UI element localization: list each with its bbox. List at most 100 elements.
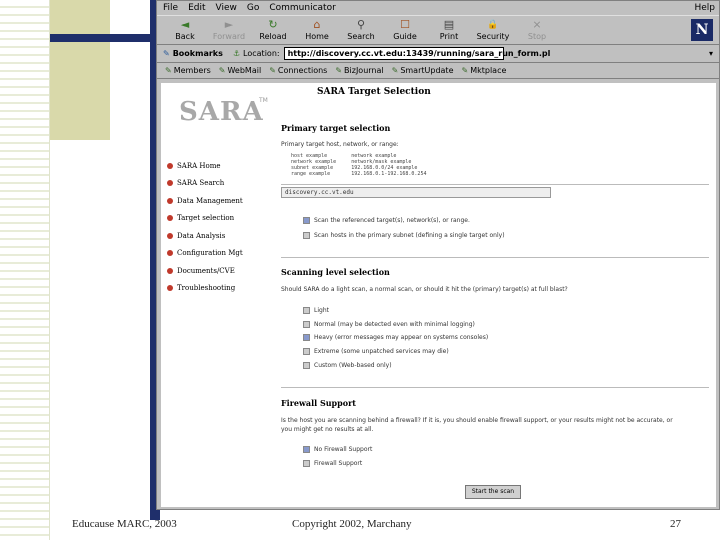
scan-level-custom[interactable]: Custom (Web-based only) [303, 362, 392, 369]
slide-stripe-decoration [0, 0, 50, 540]
bullet-icon [167, 197, 173, 204]
personal-webmail[interactable]: WebMail [227, 66, 261, 75]
search-button[interactable]: ⚲ Search [341, 16, 381, 41]
back-button[interactable]: ◄ Back [165, 16, 205, 41]
bookmark-pen-icon: ✎ [165, 66, 172, 75]
stop-button[interactable]: ⨯ Stop [517, 16, 557, 41]
slide-accent-block [50, 0, 110, 140]
divider [281, 257, 709, 258]
bullet-icon [167, 285, 173, 292]
bullet-icon [167, 250, 173, 257]
sidebar-item-home[interactable]: SARA Home [167, 157, 277, 175]
footer-center: Copyright 2002, Marchany [292, 518, 412, 530]
scan-level-extreme[interactable]: Extreme (some unpatched services may die… [303, 348, 449, 355]
search-icon: ⚲ [356, 18, 366, 31]
firewall-option[interactable]: Firewall Support [303, 460, 362, 467]
location-bar: ✎ Bookmarks ⚓ Location: http://discovery… [157, 45, 719, 63]
menu-file[interactable]: File [163, 3, 178, 13]
radio-checked[interactable] [303, 217, 310, 224]
footer-left: Educause MARC, 2003 [72, 518, 177, 530]
firewall-hint-line2: you might get no results at all. [281, 426, 374, 433]
personal-connections[interactable]: Connections [278, 66, 327, 75]
scanning-heading: Scanning level selection [281, 267, 390, 277]
menu-bar: File Edit View Go Communicator Help [157, 1, 719, 15]
bookmark-pen-icon: ✎ [391, 66, 399, 75]
radio-unchecked[interactable] [303, 460, 310, 467]
scan-level-normal[interactable]: Normal (may be detected even with minima… [303, 321, 475, 328]
bookmark-pen-icon: ✎ [218, 66, 226, 75]
personal-members[interactable]: Members [174, 66, 211, 75]
whats-related-icon: ▾ [708, 49, 713, 58]
primary-heading: Primary target selection [281, 123, 391, 133]
radio-unchecked[interactable] [303, 307, 310, 314]
print-button[interactable]: ▤ Print [429, 16, 469, 41]
sidebar-item-search[interactable]: SARA Search [167, 175, 277, 193]
sidebar-item-documents[interactable]: Documents/CVE [167, 262, 277, 280]
slide-accent-bar [50, 34, 160, 42]
guide-button[interactable]: ☐ Guide [385, 16, 425, 41]
trademark-mark: TM [259, 97, 268, 104]
netscape-logo[interactable]: N [691, 19, 713, 41]
sidebar-nav: SARA Home SARA Search Data Management Ta… [167, 157, 277, 297]
sidebar-item-data-analysis[interactable]: Data Analysis [167, 227, 277, 245]
bullet-icon [167, 232, 173, 239]
page-title: SARA Target Selection [317, 87, 431, 97]
primary-hint: Primary target host, network, or range: [281, 141, 399, 148]
personal-smartupdate[interactable]: SmartUpdate [400, 66, 453, 75]
footer-page-number: 27 [670, 518, 681, 530]
home-button[interactable]: ⌂ Home [297, 16, 337, 41]
scan-subnet-option[interactable]: Scan hosts in the primary subnet (defini… [303, 232, 505, 239]
sidebar-item-troubleshooting[interactable]: Troubleshooting [167, 280, 277, 298]
navigation-toolbar: ◄ Back ► Forward ↻ Reload ⌂ Home ⚲ Search ☐ Gu… [157, 15, 719, 45]
location-input[interactable]: http://discovery.cc.vt.edu:13439/running… [283, 47, 550, 60]
print-icon: ▤ [443, 18, 455, 31]
menu-help[interactable]: Help [694, 3, 715, 13]
radio-unchecked[interactable] [303, 321, 310, 328]
bookmark-pen-icon: ✎ [461, 66, 469, 75]
scan-level-light[interactable]: Light [303, 307, 329, 314]
no-firewall-option[interactable]: No Firewall Support [303, 446, 372, 453]
bookmarks-button[interactable]: Bookmarks [173, 49, 223, 58]
radio-unchecked[interactable] [303, 348, 310, 355]
radio-checked[interactable] [303, 334, 310, 341]
menu-edit[interactable]: Edit [188, 3, 205, 13]
home-icon: ⌂ [313, 18, 321, 31]
scan-referenced-option[interactable]: Scan the referenced target(s), network(s… [303, 217, 470, 224]
personal-toolbar: ✎ Members ✎ WebMail ✎ Connections ✎ BizJourn… [157, 63, 719, 79]
radio-checked[interactable] [303, 446, 310, 453]
menu-view[interactable]: View [216, 3, 237, 13]
browser-window: File Edit View Go Communicator Help ◄ Bac… [156, 0, 720, 510]
radio-unchecked[interactable] [303, 232, 310, 239]
bullet-icon [167, 162, 173, 169]
personal-mktplace[interactable]: Mktplace [470, 66, 506, 75]
primary-target-input[interactable]: discovery.cc.vt.edu [281, 187, 551, 198]
forward-button[interactable]: ► Forward [209, 16, 249, 41]
slide: File Edit View Go Communicator Help ◄ Bac… [0, 0, 720, 540]
sidebar-item-configuration[interactable]: Configuration Mgt [167, 245, 277, 263]
forward-arrow-icon: ► [224, 18, 234, 31]
reload-button[interactable]: ↻ Reload [253, 16, 293, 41]
page-content: SARA TM SARA Target Selection SARA Home … [161, 83, 716, 507]
security-lock-icon: 🔒 [487, 20, 499, 30]
location-icon: ⚓ [232, 49, 241, 58]
start-scan-button[interactable]: Start the scan [465, 485, 521, 499]
divider [281, 387, 709, 388]
personal-bizjournal[interactable]: BizJournal [344, 66, 384, 75]
radio-unchecked[interactable] [303, 362, 310, 369]
scanning-hint: Should SARA do a light scan, a normal sc… [281, 286, 568, 293]
sidebar-item-target-selection[interactable]: Target selection [167, 210, 277, 228]
target-examples: host example network example network exa… [291, 153, 427, 177]
security-button[interactable]: 🔒 Security [473, 16, 513, 41]
firewall-heading: Firewall Support [281, 398, 356, 408]
bullet-icon [167, 180, 173, 187]
menu-go[interactable]: Go [247, 3, 259, 13]
menu-communicator[interactable]: Communicator [269, 3, 335, 13]
bookmark-pen-icon: ✎ [335, 66, 343, 75]
stop-icon: ⨯ [532, 18, 542, 31]
bookmark-icon: ✎ [163, 49, 170, 58]
scan-level-heavy[interactable]: Heavy (error messages may appear on syst… [303, 334, 488, 341]
sidebar-item-data-management[interactable]: Data Management [167, 192, 277, 210]
location-label: Location: [243, 49, 280, 58]
divider [281, 184, 709, 185]
guide-icon: ☐ [400, 18, 410, 31]
